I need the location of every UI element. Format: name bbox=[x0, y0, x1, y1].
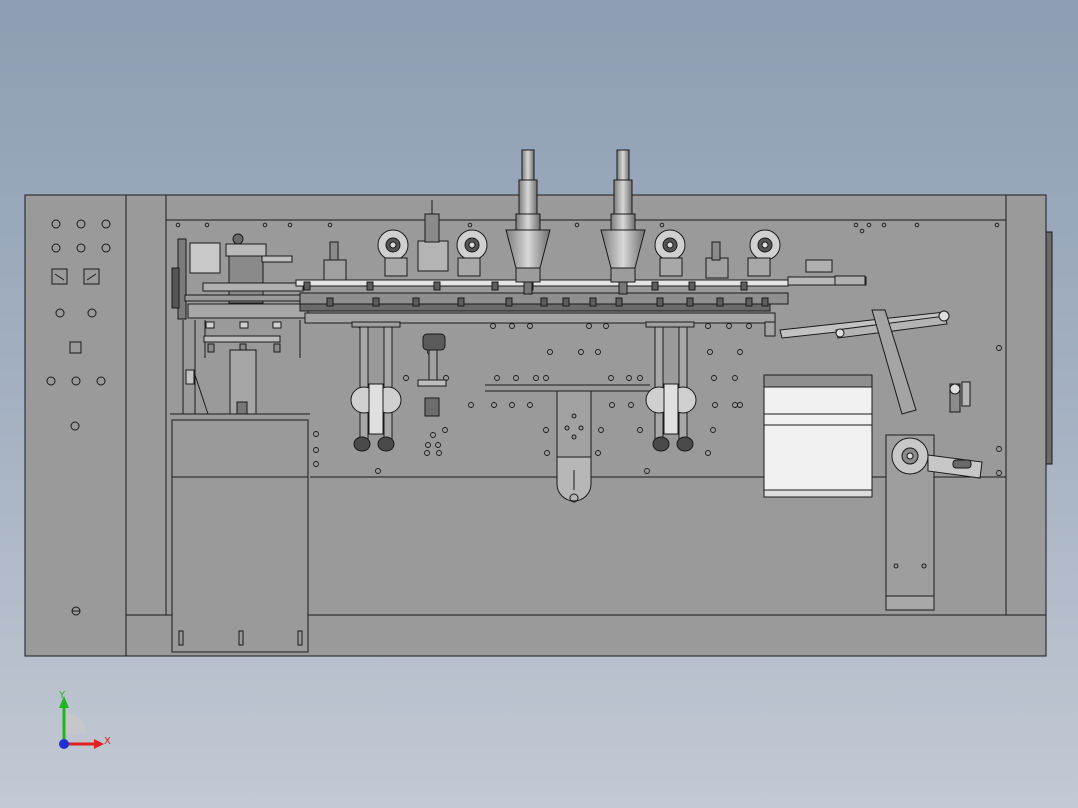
x-axis-label: X bbox=[104, 736, 111, 747]
coordinate-triad: Y X bbox=[58, 690, 111, 749]
z-axis-dot bbox=[59, 739, 69, 749]
roller-1 bbox=[377, 229, 409, 261]
lower-door-panel[interactable] bbox=[171, 419, 309, 653]
output-tray bbox=[763, 374, 873, 498]
cad-viewport[interactable]: Y X bbox=[0, 0, 1078, 808]
roller-4 bbox=[749, 229, 781, 261]
machine-drawing[interactable]: Y X bbox=[0, 0, 1078, 808]
roller-2 bbox=[456, 229, 488, 261]
y-axis-label: Y bbox=[58, 690, 66, 701]
roller-3 bbox=[654, 229, 686, 261]
control-cabinet bbox=[24, 194, 127, 657]
